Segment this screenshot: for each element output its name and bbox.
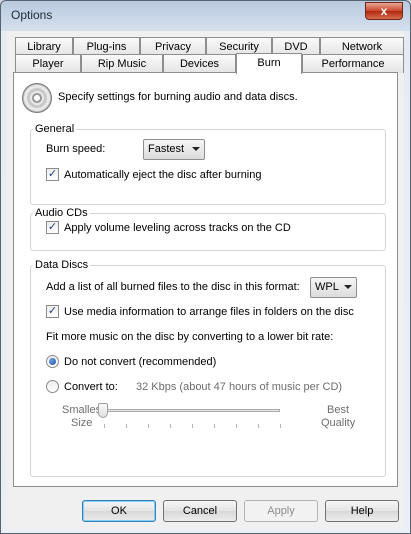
general-group-label: General — [33, 123, 77, 135]
tab-label: Security — [219, 41, 259, 53]
do-not-convert-radio[interactable] — [46, 355, 59, 368]
slider-right-label-2: Quality — [321, 417, 356, 429]
convert-to-label: Convert to: — [64, 381, 118, 393]
slider-tick — [280, 424, 281, 428]
slider-tick — [170, 424, 171, 428]
convert-to-radio[interactable] — [46, 380, 59, 393]
cancel-label: Cancel — [182, 505, 218, 517]
tab-label: Burn — [257, 57, 281, 69]
tab-performance[interactable]: Performance — [302, 54, 404, 73]
slider-tick — [258, 424, 259, 428]
tab-label: Network — [341, 41, 383, 53]
dialog-client-area: Library Plug-ins Privacy Security DVD Ne… — [7, 31, 404, 529]
slider-tick — [214, 424, 215, 428]
volume-leveling-label: Apply volume leveling across tracks on t… — [64, 222, 291, 234]
chevron-down-icon — [192, 147, 200, 151]
tab-label: Rip Music — [97, 58, 147, 70]
do-not-convert-label: Do not convert (recommended) — [64, 356, 217, 368]
tab-label: Performance — [321, 58, 385, 70]
ok-label: OK — [111, 505, 127, 517]
tab-label: Library — [27, 41, 61, 53]
data-discs-group-label: Data Discs — [33, 259, 91, 271]
list-format-label: Add a list of all burned files to the di… — [46, 281, 300, 293]
burn-speed-value: Fastest — [148, 143, 185, 155]
help-button[interactable]: Help — [325, 500, 399, 522]
close-button[interactable]: x — [365, 2, 403, 20]
cancel-button[interactable]: Cancel — [163, 500, 237, 522]
tab-label: Plug-ins — [86, 41, 127, 53]
media-info-checkbox[interactable]: ✓ — [46, 305, 59, 318]
panel-description: Specify settings for burning audio and d… — [58, 91, 298, 103]
slider-tick — [126, 424, 127, 428]
list-format-value: WPL — [315, 281, 339, 293]
bitrate-slider-thumb[interactable] — [98, 403, 108, 418]
burn-speed-label: Burn speed: — [46, 143, 106, 155]
tab-player[interactable]: Player — [15, 54, 81, 73]
list-format-dropdown[interactable]: WPL — [310, 277, 357, 298]
media-info-label: Use media information to arrange files i… — [64, 306, 354, 318]
slider-tick — [236, 424, 237, 428]
burn-tab-panel: Specify settings for burning audio and d… — [13, 72, 398, 487]
tab-label: Player — [32, 58, 64, 70]
slider-tick — [148, 424, 149, 428]
slider-left-label-2: Size — [71, 417, 93, 429]
slider-tick — [192, 424, 193, 428]
auto-eject-checkbox[interactable]: ✓ — [46, 168, 59, 181]
volume-leveling-checkbox[interactable]: ✓ — [46, 221, 59, 234]
title-bar[interactable]: Options x — [1, 1, 410, 31]
slider-right-label-1: Best — [327, 404, 350, 416]
bitrate-slider-track[interactable] — [102, 409, 280, 412]
tab-label: Devices — [179, 58, 220, 70]
chevron-down-icon — [344, 285, 352, 289]
auto-eject-label: Automatically eject the disc after burni… — [64, 169, 262, 181]
tab-label: DVD — [284, 41, 308, 53]
fit-more-label: Fit more music on the disc by converting… — [46, 331, 334, 343]
tab-devices[interactable]: Devices — [163, 54, 236, 73]
general-group — [30, 129, 386, 205]
slider-tick — [104, 424, 105, 428]
apply-button[interactable]: Apply — [244, 500, 318, 522]
window-title: Options — [11, 8, 53, 22]
options-dialog: Options x Library Plug-ins Privacy Secur… — [0, 0, 411, 534]
close-icon: x — [380, 4, 388, 18]
help-label: Help — [350, 505, 374, 517]
apply-label: Apply — [267, 505, 295, 517]
convert-bitrate-info: 32 Kbps (about 47 hours of music per CD) — [136, 381, 343, 393]
tab-label: Privacy — [154, 41, 192, 53]
audio-cds-group-label: Audio CDs — [33, 207, 90, 219]
ok-button[interactable]: OK — [82, 500, 156, 522]
disc-icon — [22, 83, 52, 113]
burn-speed-dropdown[interactable]: Fastest — [143, 139, 205, 160]
tab-rip-music[interactable]: Rip Music — [81, 54, 163, 73]
tab-burn[interactable]: Burn — [236, 53, 302, 74]
